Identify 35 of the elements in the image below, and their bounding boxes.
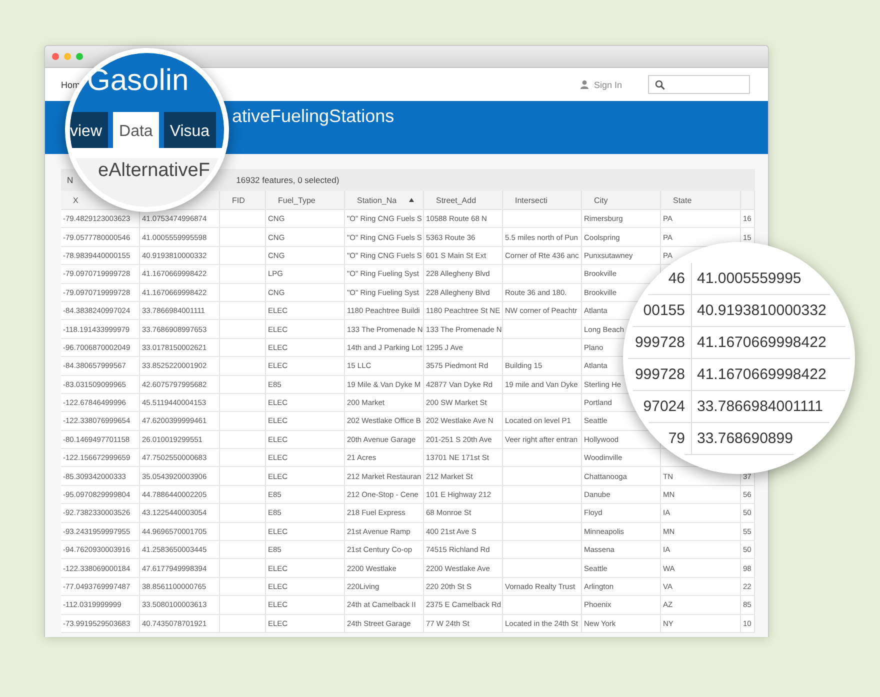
table-cell: 33.7866984001111 <box>697 398 823 415</box>
column-header[interactable]: Fuel_Type <box>278 196 316 204</box>
close-button[interactable] <box>52 53 59 60</box>
table-cell: 999728 <box>634 366 685 383</box>
table-cell: 40.9193810000332 <box>697 302 826 319</box>
column-header[interactable]: Intersecti <box>515 196 548 204</box>
table-cell: 97024 <box>643 398 685 415</box>
minimize-button[interactable] <box>64 53 71 60</box>
column-header[interactable]: Street_Add <box>436 196 476 204</box>
column-header[interactable]: X <box>73 196 78 204</box>
table-cell: 79 <box>668 430 685 447</box>
table-cell: 41.1670669998422 <box>697 334 826 351</box>
zoom-button[interactable] <box>76 53 83 60</box>
caption-text: N <box>67 175 74 185</box>
column-header[interactable]: State <box>673 196 692 204</box>
table-cell: 33.768690899 <box>697 430 793 447</box>
column-header[interactable]: Station_Na <box>357 196 397 204</box>
search-field[interactable] <box>648 75 750 94</box>
column-header[interactable]: City <box>594 196 608 204</box>
page-title: ativeFuelingStations <box>232 106 394 127</box>
tab[interactable]: Visua <box>164 112 216 148</box>
column-header[interactable]: eAlternativeF <box>98 160 210 181</box>
search-icon <box>655 80 665 90</box>
table-cell: 41.0005559995 <box>697 270 802 287</box>
caption-text: 16932 features, 0 selected) <box>236 175 340 185</box>
table-cell: 999728 <box>634 334 685 351</box>
tab[interactable]: view <box>70 112 108 148</box>
tab[interactable]: Data <box>113 112 159 148</box>
person-icon <box>580 80 589 89</box>
table-cell: 46 <box>668 270 685 287</box>
sign-in-link[interactable]: Sign In <box>580 80 622 90</box>
site-title: Gasolin <box>87 65 189 97</box>
column-header[interactable]: FID <box>232 196 245 204</box>
table-cell: 00155 <box>643 302 685 319</box>
table-cell: 41.1670669998422 <box>697 366 826 383</box>
